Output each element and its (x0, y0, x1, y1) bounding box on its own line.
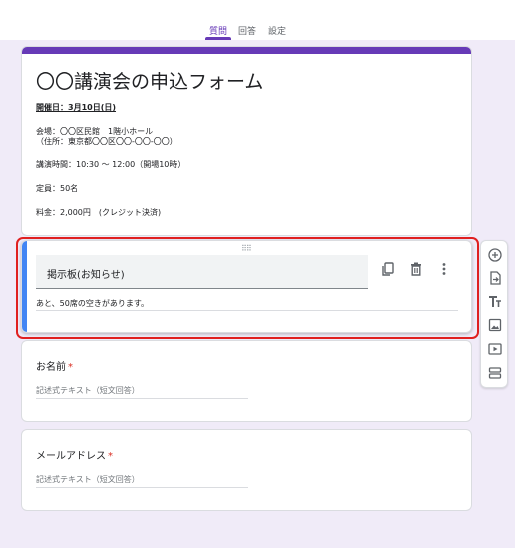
form-header-card[interactable]: 〇〇講演会の申込フォーム 開催日：3月10日(日) 会場：〇〇区民館 1階小ホー… (21, 46, 472, 236)
tab-settings[interactable]: 設定 (268, 24, 286, 37)
add-title-icon[interactable] (487, 294, 503, 310)
required-mark: * (108, 451, 113, 462)
question-label-text: メールアドレス (36, 451, 106, 462)
side-toolbar (480, 240, 508, 388)
import-icon[interactable] (487, 270, 503, 286)
add-image-icon[interactable] (487, 317, 503, 333)
event-capacity: 定員：50名 (36, 184, 79, 193)
add-section-icon[interactable] (487, 365, 503, 381)
copy-icon[interactable] (380, 261, 396, 277)
tab-responses[interactable]: 回答 (238, 24, 256, 37)
answer-underline (36, 398, 248, 399)
item-title-text: 掲示板(お知らせ) (47, 270, 125, 281)
description-underline (36, 310, 458, 311)
event-fee: 料金：2,000円 (クレジット決済) (36, 208, 162, 217)
header-accent-band (22, 47, 471, 54)
question-label: お名前 * (36, 358, 73, 373)
item-title-field[interactable]: 掲示板(お知らせ) (36, 255, 368, 289)
question-card-name[interactable]: お名前 * 記述式テキスト（短文回答） (21, 340, 472, 422)
question-label: メールアドレス * (36, 447, 113, 462)
active-item-indicator (22, 241, 27, 332)
delete-icon[interactable] (408, 261, 424, 277)
short-answer-placeholder: 記述式テキスト（短文回答） (36, 386, 140, 395)
form-title[interactable]: 〇〇講演会の申込フォーム (36, 67, 263, 94)
active-tab-indicator (205, 37, 231, 40)
drag-handle-icon[interactable]: ⠿⠿ (241, 244, 252, 253)
top-tab-bar: 質問 回答 設定 (0, 0, 515, 40)
answer-underline (36, 487, 248, 488)
short-answer-placeholder: 記述式テキスト（短文回答） (36, 475, 140, 484)
add-question-icon[interactable] (487, 247, 503, 263)
question-card-email[interactable]: メールアドレス * 記述式テキスト（短文回答） (21, 429, 472, 511)
notice-board-item[interactable]: ⠿⠿ 掲示板(お知らせ) あと、50席の空きがあります。 (21, 240, 472, 333)
event-address: （住所：東京都〇〇区〇〇-〇〇-〇〇） (36, 137, 178, 146)
add-video-icon[interactable] (487, 341, 503, 357)
event-date: 開催日：3月10日(日) (36, 103, 117, 112)
required-mark: * (68, 362, 73, 373)
event-time: 講演時間：10:30 ～ 12:00（開場10時） (36, 160, 186, 169)
tab-questions[interactable]: 質問 (209, 24, 227, 37)
more-vert-icon[interactable] (436, 261, 452, 277)
item-description[interactable]: あと、50席の空きがあります。 (36, 298, 149, 309)
question-label-text: お名前 (36, 362, 66, 373)
event-venue: 会場：〇〇区民館 1階小ホール (36, 127, 154, 136)
